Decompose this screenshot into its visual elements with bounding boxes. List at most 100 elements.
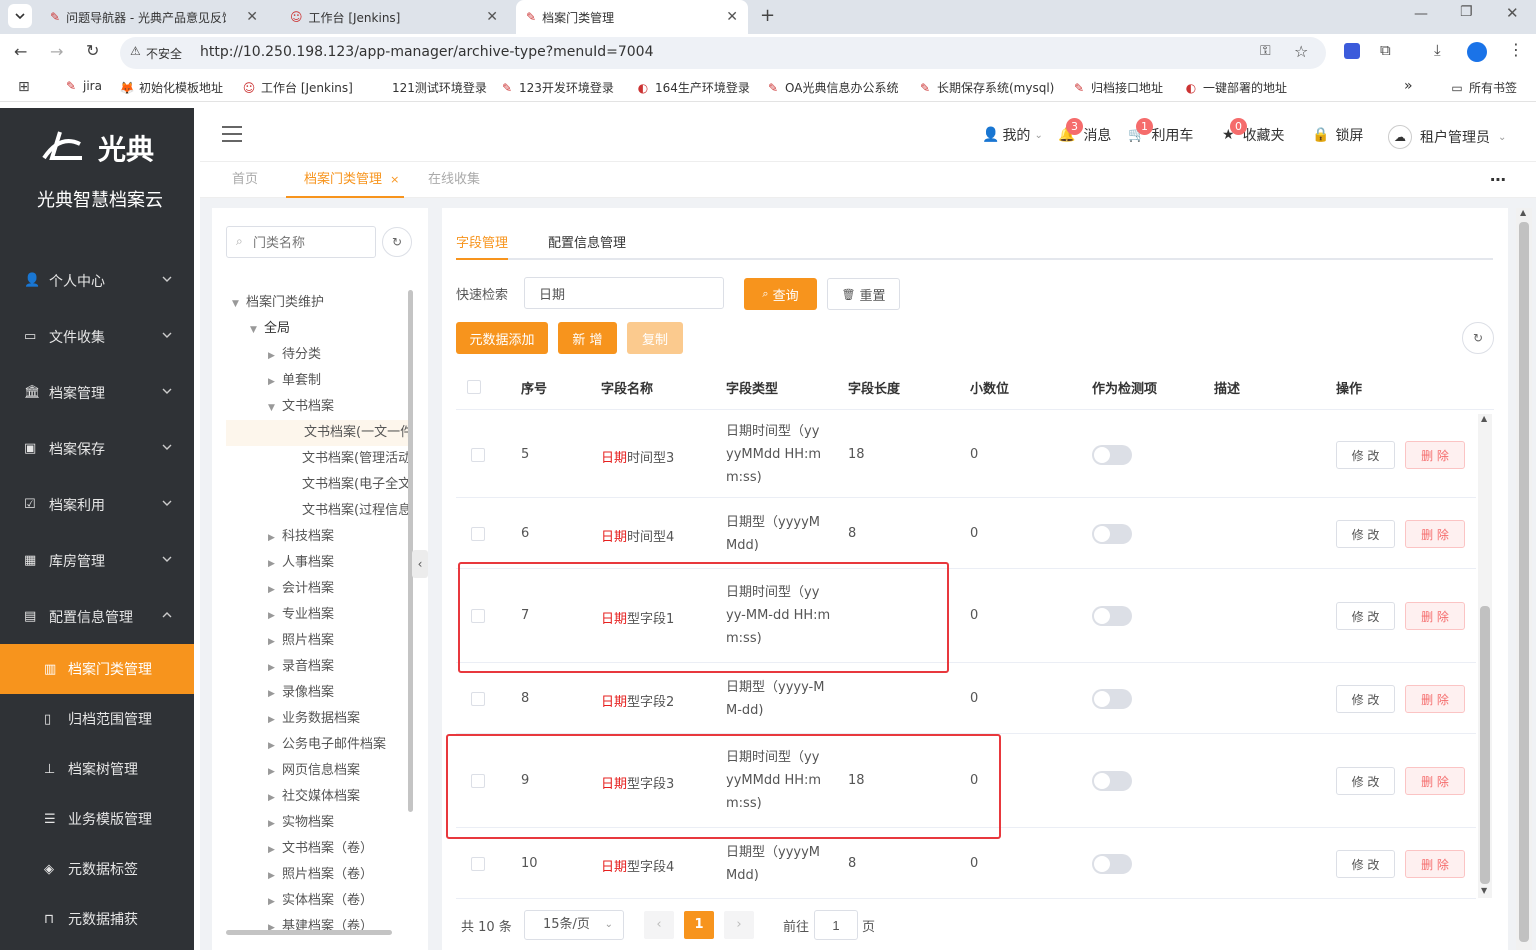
profile-avatar[interactable] (1467, 42, 1487, 62)
window-minimize-button[interactable]: — (1414, 6, 1428, 22)
bookmark-9[interactable]: ✎ 归档接口地址 (1072, 79, 1163, 96)
tree-node[interactable]: ▶ 实体档案（卷） (268, 888, 373, 914)
page-scrollbar[interactable]: ▲ (1516, 208, 1532, 950)
caret-down-icon[interactable]: ▼ (250, 317, 262, 343)
edit-button[interactable]: 修 改 (1336, 685, 1395, 713)
more-horizontal-icon[interactable]: ⋯ (1490, 170, 1506, 189)
tree-search-input[interactable] (253, 232, 371, 252)
cart-button[interactable]: 🛒 1 利用车 (1128, 118, 1193, 145)
edit-button[interactable]: 修 改 (1336, 602, 1395, 630)
caret-right-icon[interactable]: ▶ (268, 889, 280, 915)
delete-button[interactable]: 删 除 (1405, 850, 1465, 878)
close-icon[interactable]: ✕ (726, 9, 738, 25)
tree-node[interactable]: 文书档案(一文一件) (226, 420, 408, 446)
caret-right-icon[interactable]: ▶ (268, 733, 280, 759)
tree-node[interactable]: ▶ 照片档案 (268, 628, 334, 654)
new-tab-button[interactable]: + (760, 5, 775, 26)
tree-node[interactable]: 文书档案(过程信息) (302, 498, 408, 524)
page-tab-online-collect[interactable]: 在线收集 (428, 162, 480, 198)
caret-right-icon[interactable]: ▶ (268, 811, 280, 837)
star-icon[interactable]: ☆ (1294, 42, 1308, 61)
bookmarks-overflow[interactable]: » (1404, 78, 1413, 94)
edit-button[interactable]: 修 改 (1336, 441, 1395, 469)
scroll-up-arrow[interactable]: ▲ (1520, 208, 1526, 217)
edit-button[interactable]: 修 改 (1336, 520, 1395, 548)
bookmark-6[interactable]: ◐ 164生产环境登录 (636, 79, 750, 96)
bookmark-2[interactable]: 🦊 初始化模板地址 (120, 79, 223, 96)
sidebar-menu-4[interactable]: ▣ 档案保存 (0, 421, 194, 477)
row-checkbox[interactable] (471, 692, 485, 706)
tree-node[interactable]: ▶ 会计档案 (268, 576, 334, 602)
caret-right-icon[interactable]: ▶ (268, 759, 280, 785)
row-checkbox[interactable] (471, 527, 485, 541)
edit-button[interactable]: 修 改 (1336, 850, 1395, 878)
row-checkbox[interactable] (471, 857, 485, 871)
metadata-add-button[interactable]: 元数据添加 (456, 322, 548, 354)
row-checkbox[interactable] (471, 448, 485, 462)
caret-right-icon[interactable]: ▶ (268, 369, 280, 395)
caret-right-icon[interactable]: ▶ (268, 629, 280, 655)
close-icon[interactable]: × (390, 173, 399, 186)
favorites-button[interactable]: ★ 0 收藏夹 (1222, 118, 1285, 145)
page-size-select[interactable]: 15条/页 ⌄ (524, 910, 624, 940)
tree-search[interactable]: ⌕ (226, 226, 376, 258)
messages-button[interactable]: 🔔 3 消息 (1058, 118, 1111, 145)
sidebar-submenu-1[interactable]: ▥ 档案门类管理 (0, 644, 194, 694)
tree-node[interactable]: ▶ 网页信息档案 (268, 758, 360, 784)
bookmark-8[interactable]: ✎ 长期保存系统(mysql) (918, 79, 1054, 96)
tree-node[interactable]: ▶ 文书档案（卷） (268, 836, 373, 862)
all-bookmarks[interactable]: ▭ 所有书签 (1450, 79, 1517, 96)
scroll-up-arrow[interactable]: ▲ (1481, 414, 1487, 423)
tree-node[interactable]: ▼ 档案门类维护 (232, 290, 324, 316)
tree-node[interactable]: ▶ 录音档案 (268, 654, 334, 680)
more-vert-icon[interactable]: ⋮ (1508, 40, 1524, 59)
caret-down-icon[interactable]: ▼ (232, 291, 244, 317)
page-1-button[interactable]: 1 (684, 911, 714, 939)
address-bar[interactable]: ⚠ 不安全 http://10.250.198.123/app-manager/… (120, 37, 1326, 69)
check-item-toggle[interactable] (1092, 606, 1132, 626)
extension-icon[interactable] (1344, 43, 1360, 59)
bookmark-3[interactable]: ☺ 工作台 [Jenkins] (242, 79, 353, 96)
caret-right-icon[interactable]: ▶ (268, 681, 280, 707)
mine-menu[interactable]: 👤 我的 ⌄ (982, 125, 1043, 145)
window-restore-button[interactable]: ❐ (1460, 4, 1473, 20)
select-all-checkbox[interactable] (467, 380, 481, 394)
page-tab-archive-type[interactable]: 档案门类管理 × (286, 162, 404, 198)
new-button[interactable]: 新 增 (558, 322, 617, 354)
caret-down-icon[interactable]: ▼ (268, 395, 280, 421)
puzzle-icon[interactable]: ⧉ (1380, 41, 1391, 59)
tree-node[interactable]: ▶ 录像档案 (268, 680, 334, 706)
check-item-toggle[interactable] (1092, 689, 1132, 709)
check-item-toggle[interactable] (1092, 445, 1132, 465)
tree-node[interactable]: ▶ 待分类 (268, 342, 321, 368)
lock-button[interactable]: 🔒 锁屏 (1312, 125, 1363, 145)
sidebar-menu-1[interactable]: 👤 个人中心 (0, 253, 194, 309)
caret-right-icon[interactable]: ▶ (268, 837, 280, 863)
tree-node[interactable]: ▶ 专业档案 (268, 602, 334, 628)
browser-tab-3[interactable]: ✎ 档案门类管理 ✕ (516, 0, 748, 34)
caret-right-icon[interactable]: ▶ (268, 577, 280, 603)
bookmark-7[interactable]: ✎ OA光典信息办公系统 (766, 79, 898, 96)
query-button[interactable]: ⌕ 查询 (744, 278, 817, 310)
caret-right-icon[interactable]: ▶ (268, 707, 280, 733)
delete-button[interactable]: 删 除 (1405, 602, 1465, 630)
user-menu[interactable]: ☁ 租户管理员 ⌄ (1388, 125, 1506, 149)
caret-right-icon[interactable]: ▶ (268, 863, 280, 889)
sidebar-menu-6[interactable]: ▦ 库房管理 (0, 533, 194, 589)
delete-button[interactable]: 删 除 (1405, 520, 1465, 548)
tree-node[interactable]: ▶ 人事档案 (268, 550, 334, 576)
check-item-toggle[interactable] (1092, 524, 1132, 544)
bookmark-1[interactable]: ✎ jira (64, 79, 102, 93)
window-close-button[interactable]: ✕ (1506, 4, 1519, 22)
sidebar-submenu-2[interactable]: ▯ 归档范围管理 (0, 694, 194, 744)
goto-page-input[interactable] (814, 910, 858, 940)
tab-search-button[interactable] (8, 4, 32, 28)
tree-node[interactable]: ▶ 科技档案 (268, 524, 334, 550)
table-refresh-button[interactable]: ↻ (1462, 322, 1494, 354)
sidebar-menu-3[interactable]: 🏛 档案管理 (0, 365, 194, 421)
sidebar-menu-2[interactable]: ▭ 文件收集 (0, 309, 194, 365)
tree-node[interactable]: ▼ 文书档案 (268, 394, 334, 420)
tree-node[interactable]: ▶ 实物档案 (268, 810, 334, 836)
tree-horizontal-scrollbar[interactable] (226, 930, 392, 935)
delete-button[interactable]: 删 除 (1405, 685, 1465, 713)
